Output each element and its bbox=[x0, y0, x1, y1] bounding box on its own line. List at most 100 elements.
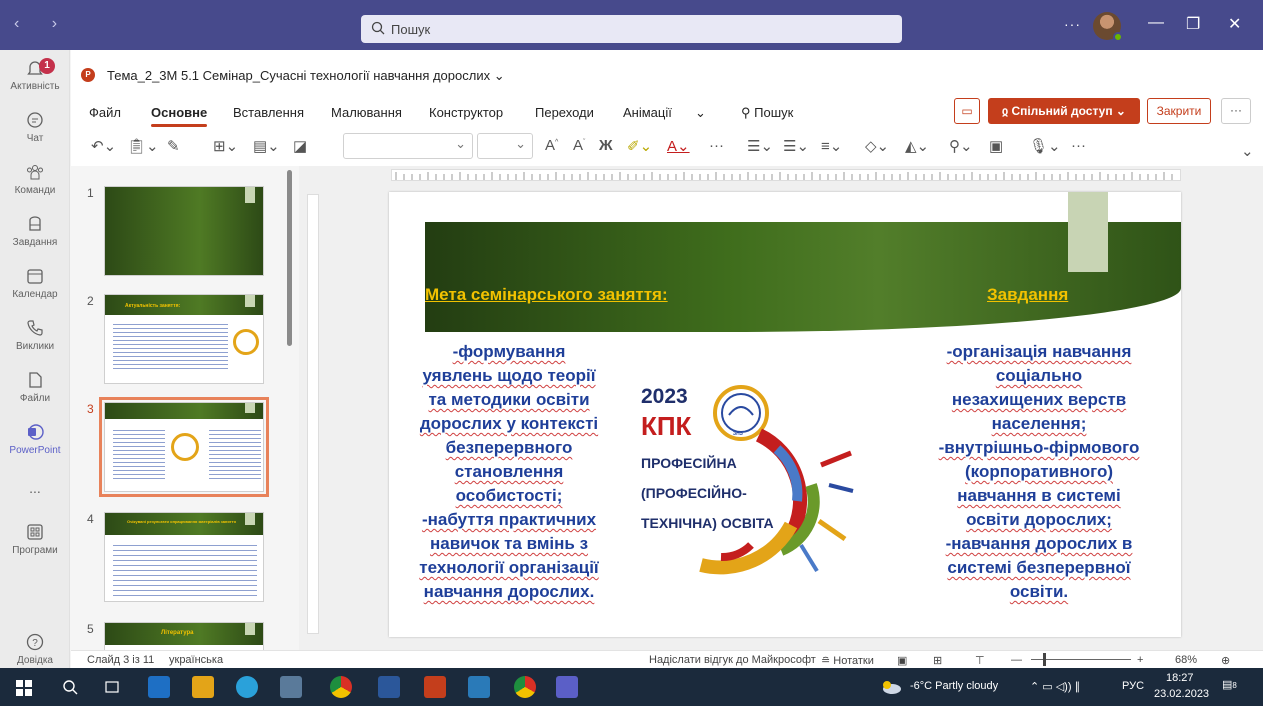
thumbnail-slide-4[interactable]: Очікувані результати опрацювання матеріа… bbox=[104, 512, 264, 602]
layout-icon[interactable]: ▤⌄ bbox=[253, 137, 280, 155]
rail-item-activity[interactable]: 1 Активність bbox=[0, 58, 70, 92]
zoom-in-button[interactable]: + bbox=[1137, 654, 1143, 666]
calculator-icon[interactable] bbox=[280, 676, 302, 698]
teams-taskbar-icon[interactable] bbox=[556, 676, 578, 698]
font-size-select[interactable] bbox=[477, 133, 533, 159]
new-slide-icon[interactable]: ⊞⌄ bbox=[213, 137, 238, 155]
weather-text[interactable]: -6°C Partly cloudy bbox=[910, 680, 998, 692]
close-document-button[interactable]: Закрити bbox=[1147, 98, 1211, 124]
telegram-icon[interactable] bbox=[236, 676, 258, 698]
designer-icon[interactable]: ▣ bbox=[989, 137, 1003, 155]
increase-font-icon[interactable]: A^ bbox=[545, 137, 558, 154]
maximize-button[interactable]: ❐ bbox=[1186, 14, 1200, 34]
thumbnails-scrollbar[interactable] bbox=[287, 170, 292, 346]
thumbnail-slide-1[interactable] bbox=[104, 186, 264, 276]
fit-to-window-icon[interactable]: ⊕ bbox=[1221, 654, 1230, 667]
tabs-overflow-icon[interactable]: ⌄ bbox=[695, 105, 706, 121]
tab-draw[interactable]: Малювання bbox=[331, 105, 402, 120]
rail-item-powerpoint[interactable]: PowerPoint bbox=[0, 422, 70, 456]
nav-arrows[interactable]: ‹ › bbox=[14, 15, 71, 33]
tab-insert[interactable]: Вставлення bbox=[233, 105, 304, 120]
expand-ribbon-icon[interactable]: ⌄ bbox=[1241, 142, 1254, 160]
align-icon[interactable]: ≡⌄ bbox=[821, 137, 842, 155]
highlight-icon[interactable]: ✐⌄ bbox=[627, 137, 652, 155]
normal-view-icon[interactable]: ▣ bbox=[897, 654, 907, 667]
document-title[interactable]: Тема_2_3М 5.1 Семінар_Сучасні технології… bbox=[107, 68, 505, 84]
font-family-select[interactable] bbox=[343, 133, 473, 159]
tab-animations[interactable]: Анімації bbox=[623, 105, 672, 120]
zoom-level[interactable]: 68% bbox=[1175, 654, 1197, 666]
feedback-link[interactable]: Надіслати відгук до Майкрософт bbox=[649, 654, 816, 666]
thumb-number: 3 bbox=[87, 402, 94, 416]
rail-item-calls[interactable]: Виклики bbox=[0, 318, 70, 352]
rail-label: PowerPoint bbox=[9, 445, 61, 456]
windows-start-icon[interactable] bbox=[16, 680, 32, 696]
numbering-icon[interactable]: ☰⌄ bbox=[783, 137, 809, 155]
kpk-logo: 2023 КПК ЗНЗ ПРОФЕСІЙНА (ПРОФЕСІЙНО- ТЕХ… bbox=[641, 375, 856, 575]
comment-icon: ▭ bbox=[961, 104, 973, 118]
rail-item-help[interactable]: ? Довідка bbox=[0, 632, 70, 666]
background-icon[interactable]: ◪ bbox=[293, 137, 307, 155]
minimize-button[interactable]: — bbox=[1148, 14, 1164, 32]
input-language[interactable]: РУС bbox=[1122, 680, 1144, 692]
undo-icon[interactable]: ↶⌄ bbox=[91, 137, 116, 155]
shape-fill-icon[interactable]: ◭⌄ bbox=[905, 137, 929, 155]
dictate-icon[interactable]: 🎙︎⌄ bbox=[1029, 137, 1061, 155]
format-painter-icon[interactable]: ✎ bbox=[167, 137, 180, 155]
shapes-icon[interactable]: ◇⌄ bbox=[865, 137, 889, 155]
search-input[interactable]: Пошук bbox=[361, 15, 902, 43]
font-color-icon[interactable]: A⌄ bbox=[667, 137, 690, 155]
avatar[interactable] bbox=[1093, 12, 1123, 42]
bold-icon[interactable]: Ж bbox=[599, 137, 613, 154]
app-icon[interactable] bbox=[468, 676, 490, 698]
tab-design[interactable]: Конструктор bbox=[429, 105, 503, 120]
file-explorer-icon[interactable] bbox=[192, 676, 214, 698]
more-options-button[interactable]: ··· bbox=[1064, 16, 1081, 32]
more-font-icon[interactable]: ··· bbox=[709, 137, 724, 154]
rail-item-more[interactable]: ... bbox=[0, 480, 70, 496]
close-window-button[interactable]: ✕ bbox=[1228, 14, 1241, 34]
language-indicator[interactable]: українська bbox=[169, 654, 223, 666]
notes-button[interactable]: ≘ Нотатки bbox=[821, 654, 874, 667]
comments-button[interactable]: ▭ bbox=[954, 98, 980, 124]
rail-item-calendar[interactable]: Календар bbox=[0, 266, 70, 300]
chrome-icon-2[interactable] bbox=[514, 676, 536, 698]
powerpoint-taskbar-icon[interactable] bbox=[424, 676, 446, 698]
task-view-icon[interactable] bbox=[104, 679, 120, 695]
sorter-view-icon[interactable]: ⊞ bbox=[933, 654, 942, 667]
rail-item-chat[interactable]: Чат bbox=[0, 110, 70, 144]
rail-item-assignments[interactable]: Завдання bbox=[0, 214, 70, 248]
paste-icon[interactable]: 📋︎⌄ bbox=[127, 137, 159, 155]
bullets-icon[interactable]: ☰⌄ bbox=[747, 137, 773, 155]
rail-item-teams[interactable]: Команди bbox=[0, 162, 70, 196]
tab-file[interactable]: Файл bbox=[89, 105, 121, 120]
tab-transitions[interactable]: Переходи bbox=[535, 105, 594, 120]
thumbnail-slide-3[interactable] bbox=[99, 397, 269, 497]
tab-home[interactable]: Основне bbox=[151, 105, 208, 127]
rail-item-apps[interactable]: Програми bbox=[0, 522, 70, 556]
zoom-out-button[interactable]: — bbox=[1011, 654, 1022, 666]
word-icon[interactable] bbox=[378, 676, 400, 698]
reading-view-icon[interactable]: ⊤ bbox=[975, 654, 985, 667]
ribbon-search[interactable]: ⚲ Пошук bbox=[741, 105, 793, 121]
clock-time[interactable]: 18:27 bbox=[1166, 672, 1194, 684]
thumbnail-slide-5[interactable]: Література bbox=[104, 622, 264, 650]
mail-icon[interactable] bbox=[148, 676, 170, 698]
tray-icons[interactable]: ⌃ ▭ ◁)) ∥ bbox=[1030, 680, 1080, 693]
find-icon[interactable]: ⚲⌄ bbox=[949, 137, 973, 155]
zoom-slider[interactable] bbox=[1031, 659, 1131, 660]
toolbar-more-icon[interactable]: ··· bbox=[1071, 137, 1086, 154]
current-slide[interactable]: Мета семінарського заняття: Завдання -фо… bbox=[389, 192, 1181, 637]
thumbnail-slide-2[interactable]: Актуальність заняття: bbox=[104, 294, 264, 384]
rail-label: Завдання bbox=[12, 237, 58, 248]
chrome-icon[interactable] bbox=[330, 676, 352, 698]
notifications-icon[interactable]: ▤8 bbox=[1222, 678, 1240, 696]
share-button[interactable]: ჲ Спільний доступ ⌄ bbox=[988, 98, 1140, 124]
weather-icon[interactable] bbox=[880, 679, 902, 695]
search-icon[interactable] bbox=[62, 679, 78, 695]
zoom-thumb[interactable] bbox=[1043, 653, 1046, 666]
more-button[interactable]: ··· bbox=[1221, 98, 1251, 124]
rail-item-files[interactable]: Файли bbox=[0, 370, 70, 404]
decrease-font-icon[interactable]: Aˇ bbox=[573, 137, 585, 154]
clock-date[interactable]: 23.02.2023 bbox=[1154, 688, 1209, 700]
